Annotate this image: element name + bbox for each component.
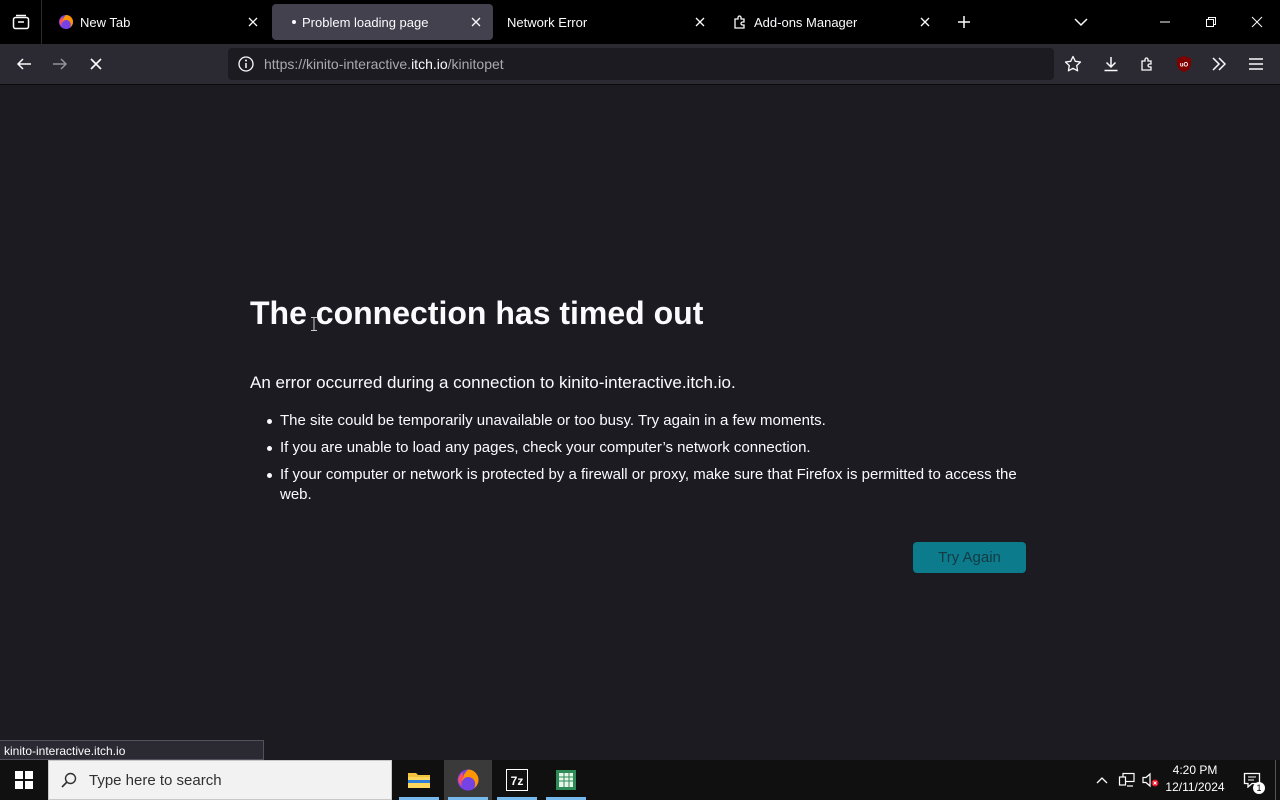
network-icon	[1118, 772, 1135, 787]
tab-problem-loading[interactable]: Problem loading page	[272, 4, 493, 40]
url-text[interactable]: https://kinito-interactive.itch.io/kinit…	[264, 56, 504, 72]
site-info-icon[interactable]	[230, 48, 262, 80]
7zip-icon: 7z	[506, 769, 528, 791]
windows-taskbar: Type here to search 7z 4:20 PM 12/11/202…	[0, 760, 1280, 800]
folder-icon	[408, 773, 430, 788]
new-tab-button[interactable]	[950, 8, 978, 36]
arrow-left-icon	[16, 58, 31, 70]
taskbar-editor-app[interactable]	[542, 760, 590, 800]
error-intro: An error occurred during a connection to…	[250, 373, 736, 392]
page-content: The connection has timed out An error oc…	[0, 85, 1280, 760]
chevron-down-icon	[1074, 18, 1088, 27]
link-status-panel: kinito-interactive.itch.io	[0, 740, 264, 760]
overflow-menu-button[interactable]	[1203, 48, 1235, 80]
loading-indicator-icon	[292, 20, 296, 24]
action-center-button[interactable]: 1	[1232, 760, 1272, 800]
stop-x-icon	[90, 58, 102, 70]
notification-count-badge: 1	[1253, 782, 1265, 794]
show-hidden-icons-button[interactable]	[1092, 770, 1112, 790]
close-tab-icon[interactable]	[918, 15, 932, 29]
arrow-right-icon	[53, 58, 68, 70]
plus-icon	[958, 16, 970, 28]
text-cursor-icon	[311, 317, 317, 331]
back-button[interactable]	[8, 48, 40, 80]
puzzle-icon	[732, 14, 748, 30]
close-tab-icon[interactable]	[693, 15, 707, 29]
list-all-tabs-button[interactable]	[1066, 8, 1096, 36]
show-desktop-button[interactable]	[1275, 760, 1280, 800]
error-title: The connection has timed out	[250, 295, 704, 331]
star-icon	[1064, 55, 1082, 72]
url-bar[interactable]: https://kinito-interactive.itch.io/kinit…	[228, 48, 1054, 80]
close-tab-icon[interactable]	[246, 15, 260, 29]
extensions-button[interactable]	[1132, 48, 1164, 80]
close-window-button[interactable]	[1234, 0, 1280, 44]
tab-new-tab[interactable]: New Tab	[48, 4, 270, 40]
url-prefix: https://kinito-interactive.	[264, 56, 412, 72]
try-again-button[interactable]: Try Again	[913, 542, 1026, 573]
restore-button[interactable]	[1188, 0, 1234, 44]
ublock-shield-icon: uO	[1177, 56, 1191, 72]
double-chevron-right-icon	[1212, 57, 1227, 71]
tab-manager-button[interactable]	[0, 0, 42, 44]
tab-title: Add-ons Manager	[754, 14, 858, 30]
tab-title: New Tab	[80, 14, 131, 30]
taskbar-file-explorer[interactable]	[395, 760, 443, 800]
bookmark-button[interactable]	[1057, 48, 1089, 80]
url-domain: itch.io	[411, 56, 448, 72]
chevron-up-icon	[1096, 777, 1108, 784]
app-menu-button[interactable]	[1240, 48, 1272, 80]
clock-date: 12/11/2024	[1165, 780, 1225, 794]
search-icon	[49, 772, 89, 788]
url-path: /kinitopet	[447, 56, 504, 72]
tab-title: Network Error	[507, 14, 588, 30]
minimize-icon	[1160, 21, 1170, 23]
taskbar-search-box[interactable]: Type here to search	[48, 760, 392, 800]
tab-strip: New Tab Problem loading page Network Err…	[0, 0, 1280, 44]
tab-title: Problem loading page	[302, 14, 429, 30]
taskbar-firefox[interactable]	[444, 760, 492, 800]
firefox-icon	[457, 769, 479, 791]
navigation-toolbar: https://kinito-interactive.itch.io/kinit…	[0, 44, 1280, 85]
taskbar-clock[interactable]: 4:20 PM 12/11/2024	[1162, 762, 1228, 798]
downloads-button[interactable]	[1095, 48, 1127, 80]
ublock-label: uO	[1180, 63, 1189, 69]
puzzle-icon	[1141, 57, 1152, 71]
tab-addons-manager[interactable]: Add-ons Manager	[722, 4, 942, 40]
forward-button[interactable]	[44, 48, 76, 80]
taskbar-7zip[interactable]: 7z	[493, 760, 541, 800]
tab-network-error[interactable]: Network Error	[497, 4, 717, 40]
close-tab-icon[interactable]	[469, 15, 483, 29]
network-tray-button[interactable]	[1116, 770, 1138, 790]
hamburger-menu-icon	[1249, 58, 1263, 70]
error-suggestions-list: The site could be temporarily unavailabl…	[267, 411, 1040, 512]
windows-logo-icon	[15, 771, 33, 789]
error-suggestion-item: If your computer or network is protected…	[267, 465, 1040, 505]
spreadsheet-app-icon	[556, 770, 576, 790]
download-icon	[1104, 57, 1118, 72]
stop-button[interactable]	[80, 48, 112, 80]
firefox-icon	[58, 14, 74, 30]
speaker-muted-icon	[1142, 772, 1159, 788]
ublock-origin-button[interactable]: uO	[1168, 48, 1200, 80]
close-icon	[1251, 16, 1263, 28]
clock-time: 4:20 PM	[1172, 763, 1218, 777]
start-button[interactable]	[0, 760, 48, 800]
tab-manager-icon	[12, 14, 29, 30]
error-suggestion-item: If you are unable to load any pages, che…	[267, 438, 1040, 458]
restore-icon	[1206, 17, 1216, 27]
svg-text:7z: 7z	[511, 774, 524, 788]
volume-tray-button[interactable]	[1140, 770, 1162, 790]
minimize-button[interactable]	[1142, 0, 1188, 44]
search-placeholder: Type here to search	[89, 771, 222, 789]
error-suggestion-item: The site could be temporarily unavailabl…	[267, 411, 1040, 431]
